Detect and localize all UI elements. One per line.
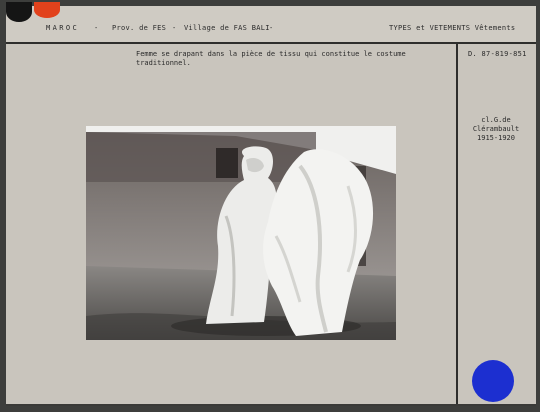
- black-dot-marker: [6, 2, 32, 22]
- photo-image: [86, 126, 396, 340]
- reference-number: D. 87-819-851: [468, 50, 527, 58]
- credit-years: 1915-1920: [477, 134, 515, 142]
- blue-dot-marker: [472, 360, 514, 402]
- photo-caption: Femme se drapant dans la pièce de tissu …: [136, 50, 406, 67]
- header-separator: -: [94, 24, 99, 32]
- credit-author: cl.G.de Clérambault: [472, 116, 520, 133]
- header-separator: -: [172, 24, 177, 32]
- archive-card: MAROC - Prov. de FES - Village de FAS BA…: [6, 2, 536, 406]
- column-divider: [456, 44, 458, 406]
- orange-dot-marker: [34, 2, 60, 18]
- photo-credit: cl.G.de Clérambault 1915-1920: [456, 116, 536, 143]
- header-category: TYPES et VETEMENTS Vêtements: [389, 24, 516, 32]
- header-village: Village de FAS BALI: [184, 24, 270, 32]
- photograph: [86, 126, 396, 340]
- bottom-border: [6, 404, 536, 406]
- header-country: MAROC: [46, 24, 80, 32]
- header-province: Prov. de FES: [112, 24, 167, 32]
- header-separator: -: [269, 24, 274, 32]
